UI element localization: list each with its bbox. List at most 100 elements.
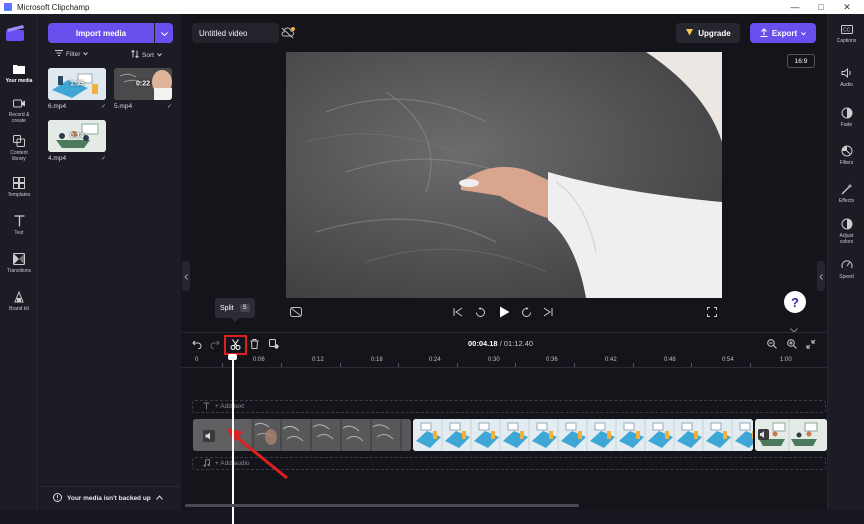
nav-templates[interactable]: Templates [0,176,38,198]
timecode: 00:04.18 / 01:12.40 [468,339,533,348]
chevron-left-icon [819,267,823,285]
nav-text[interactable]: Text [0,214,38,236]
meeting-filmstrip-icon [755,419,827,451]
tick-label: 0:06 [253,357,265,363]
nav-record-create[interactable]: Record & create [0,96,38,124]
collapse-properties-panel-button[interactable] [817,261,825,291]
import-media-button[interactable]: Import media [48,23,154,43]
effects-icon [840,182,854,196]
backup-notice[interactable]: Your media isn't backed up [39,486,181,510]
video-clip-office[interactable] [413,419,753,451]
nav-label: Brand kit [9,306,29,312]
check-icon: ✓ [101,104,107,110]
tick-label: 0:36 [546,357,558,363]
split-highlight-box [224,335,247,355]
current-time: 00:04.18 [468,339,498,348]
media-thumbnail[interactable]: 0:14 [48,120,106,152]
tick-mark [691,363,692,367]
fit-timeline-icon[interactable] [804,337,818,351]
media-filename: 5.mp4 [114,103,133,110]
tick-mark [633,363,634,367]
tick-label: 0:48 [664,357,676,363]
tick-label: 0:54 [722,357,734,363]
mute-icon[interactable] [203,429,215,447]
nav-label: Templates [7,192,31,198]
aspect-ratio-button[interactable]: 16:9 [787,54,815,68]
media-duration: 1:35 [69,80,85,88]
music-note-icon [203,458,211,469]
split-tooltip: Split S [215,298,255,322]
hide-preview-icon[interactable] [290,307,302,317]
tab-effects[interactable]: Effects [828,182,864,204]
nav-transitions[interactable]: Transitions [0,252,38,274]
left-navigation: Your media Record & create Content libra… [0,14,38,510]
tooltip-shortcut: S [239,304,250,312]
close-window-button[interactable]: ✕ [834,0,860,14]
text-icon [12,214,26,228]
playhead[interactable] [232,358,234,524]
minimize-button[interactable]: — [782,0,808,14]
brand-kit-icon [12,290,26,304]
tab-fade[interactable]: Fade [828,106,864,128]
collapse-media-panel-button[interactable] [182,261,190,291]
backup-notice-text: Your media isn't backed up [67,495,151,502]
cloud-sync-off-icon[interactable] [281,26,295,44]
timeline-scrollbar[interactable] [185,504,579,507]
media-duration: 0:22 [135,80,151,88]
duplicate-icon[interactable] [267,337,281,351]
maximize-button[interactable]: □ [808,0,834,14]
tab-filters[interactable]: Filters [828,144,864,166]
nav-your-media[interactable]: Your media [0,62,38,84]
tick-mark [340,363,341,367]
play-icon[interactable] [499,306,510,318]
timeline-ruler[interactable]: 0 0:06 0:12 0:18 0:24 0:30 0:36 0:42 0:4… [181,354,827,368]
project-title-input[interactable]: Untitled video [192,23,279,43]
tab-audio[interactable]: Audio [828,66,864,88]
zoom-out-icon[interactable] [765,337,779,351]
tab-speed[interactable]: Speed [828,258,864,280]
transitions-icon [12,252,26,266]
nav-content-library[interactable]: Content library [0,134,38,162]
text-track[interactable]: + Add text [192,400,826,413]
delete-icon[interactable] [247,337,261,351]
tick-label: 0:12 [312,357,324,363]
zoom-in-icon[interactable] [785,337,799,351]
export-label: Export [771,28,798,38]
clipchamp-brand-icon [5,24,33,44]
redo-icon[interactable] [208,337,222,351]
help-button[interactable]: ? [784,291,806,313]
skip-back-icon[interactable] [453,307,463,317]
cloud-warning-icon [53,493,62,504]
check-icon: ✓ [101,156,107,162]
media-thumbnail[interactable]: 0:22 [114,68,172,100]
nav-brand-kit[interactable]: Brand kit [0,290,38,312]
undo-icon[interactable] [190,337,204,351]
fullscreen-icon[interactable] [707,307,717,317]
tooltip-label: Split [220,304,234,312]
tick-label: 0:24 [429,357,441,363]
tick-label: 0:30 [488,357,500,363]
media-thumbnail[interactable]: 1:35 [48,68,106,100]
check-icon: ✓ [167,104,173,110]
filter-button[interactable]: Filter [55,50,89,58]
export-button[interactable]: Export [750,23,816,43]
rewind-5s-icon[interactable] [475,306,486,317]
timeline-toolbar: 00:04.18 / 01:12.40 [181,332,827,355]
media-filename: 6.mp4 [48,103,67,110]
tab-adjust-colors[interactable]: Adjust colors [828,217,864,245]
editor-main: Untitled video Upgrade Export 16:9 ? Spl… [181,14,827,524]
window-titlebar: Microsoft Clipchamp — □ ✕ [0,0,864,14]
chevron-down-icon [157,52,162,59]
upgrade-button[interactable]: Upgrade [676,23,740,43]
forward-5s-icon[interactable] [521,306,532,317]
text-track-icon [203,402,210,412]
video-clip-meeting[interactable] [755,419,827,451]
chevron-down-icon [801,29,807,38]
import-dropdown-button[interactable] [155,23,173,43]
tab-label: Captions [836,38,857,44]
nav-label: Content library [10,150,28,162]
sort-button[interactable]: Sort [131,49,162,60]
skip-forward-icon[interactable] [543,307,553,317]
sort-icon [131,49,139,60]
tab-captions[interactable]: CC Captions [828,22,864,44]
